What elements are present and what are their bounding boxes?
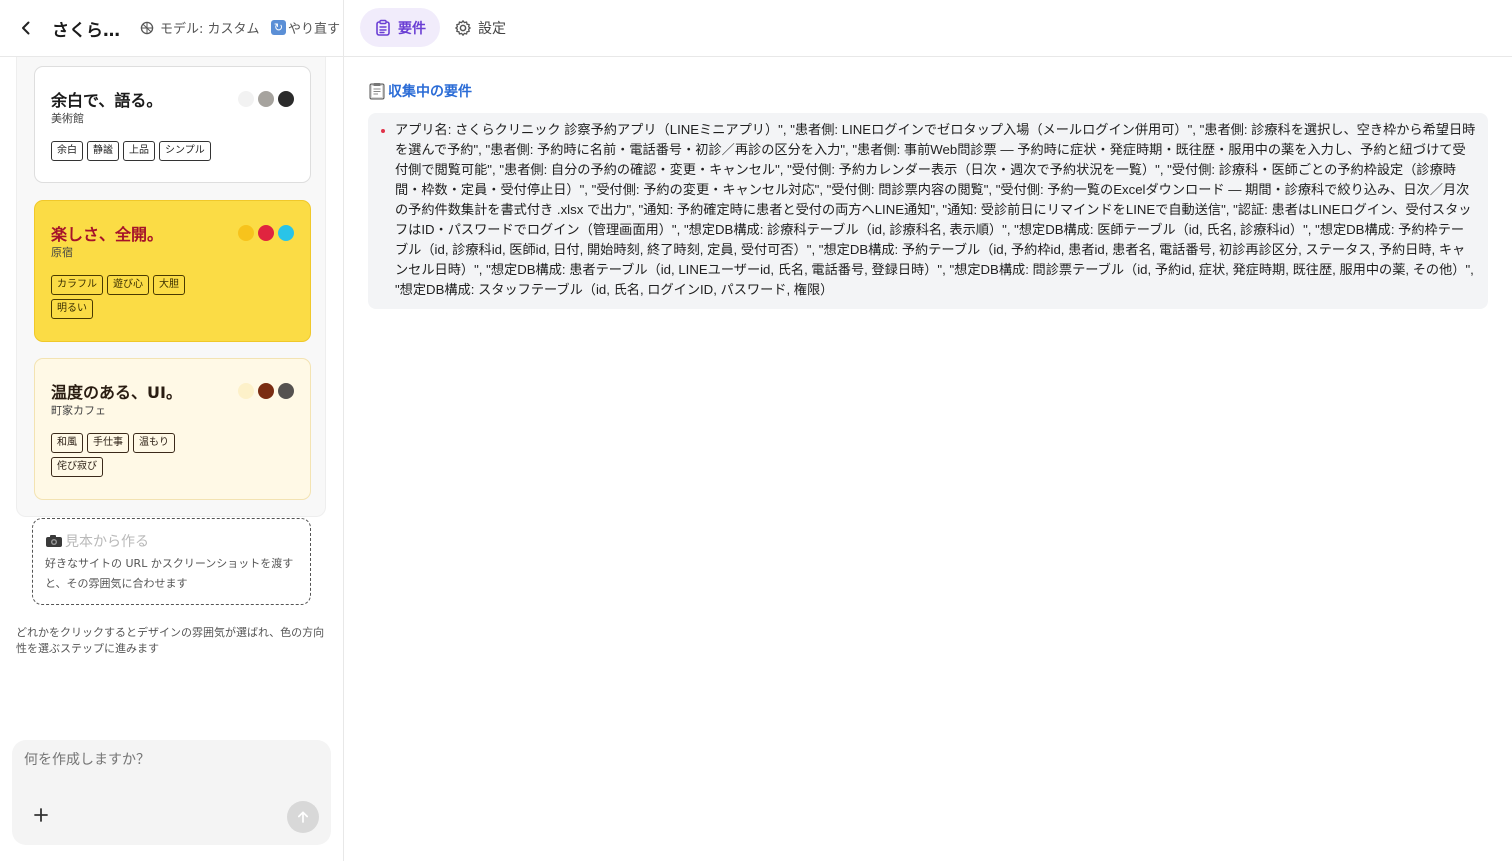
style-card-title: 楽しさ、全開。: [51, 225, 164, 244]
style-tag: 侘び寂び: [51, 457, 103, 477]
redo-button[interactable]: ↻ やり直す: [271, 18, 340, 37]
color-swatch: [278, 225, 294, 241]
add-attachment-button[interactable]: [31, 806, 51, 826]
style-tag: 余白: [51, 141, 83, 161]
color-swatch: [258, 91, 274, 107]
color-swatch: [278, 383, 294, 399]
model-selector-button[interactable]: モデル: カスタム: [140, 18, 260, 37]
color-swatches: [238, 225, 294, 241]
tab-settings[interactable]: 設定: [440, 8, 520, 47]
app-root: さくら… モデル: カスタム ↻ やり直す 要件 設定 余白で、語る。 美術館 …: [0, 0, 1512, 861]
top-bar: さくら… モデル: カスタム ↻ やり直す 要件 設定: [0, 0, 1512, 57]
style-card-museum[interactable]: 余白で、語る。 美術館 余白 静謐 上品 シンプル: [34, 66, 311, 183]
style-tag: 静謐: [87, 141, 119, 161]
style-tag: 温もり: [133, 433, 175, 453]
style-card-title: 温度のある、UI。: [51, 383, 182, 402]
requirements-list: アプリ名: さくらクリニック 診察予約アプリ（LINEミニアプリ）", "患者側…: [368, 113, 1488, 309]
model-icon: [140, 21, 154, 34]
style-tag: 和風: [51, 433, 83, 453]
color-swatch: [258, 225, 274, 241]
style-tag: 遊び心: [107, 275, 149, 295]
prompt-input[interactable]: [24, 752, 314, 768]
color-swatch: [238, 91, 254, 107]
sidebar: 余白で、語る。 美術館 余白 静謐 上品 シンプル 楽しさ、全開。 原宿 カラフ…: [0, 57, 343, 861]
redo-label: やり直す: [288, 22, 341, 37]
color-swatch: [238, 225, 254, 241]
requirements-heading: 収集中の要件: [368, 81, 472, 101]
sample-title-label: 見本から作る: [65, 534, 149, 550]
style-tag: シンプル: [159, 141, 211, 161]
style-card-subtitle: 原宿: [51, 246, 73, 259]
selection-hint: どれかをクリックするとデザインの雰囲気が選ばれ、色の方向性を選ぶステップに進みま…: [16, 626, 325, 655]
tab-requirements-label: 要件: [398, 20, 426, 37]
tag-list: 余白 静謐 上品 シンプル: [51, 141, 251, 161]
send-button[interactable]: [287, 801, 319, 833]
style-card-subtitle: 町家カフェ: [51, 404, 106, 417]
arrow-up-icon: [297, 811, 309, 823]
chat-composer: [12, 740, 331, 845]
color-swatch: [278, 91, 294, 107]
style-tag: カラフル: [51, 275, 103, 295]
color-swatch: [238, 383, 254, 399]
sample-description: 好きなサイトの URL かスクリーンショットを渡すと、その雰囲気に合わせます: [45, 557, 294, 590]
style-card-title: 余白で、語る。: [51, 91, 163, 110]
style-tag: 明るい: [51, 299, 93, 319]
tag-list: カラフル 遊び心 大胆 明るい: [51, 275, 211, 319]
gear-icon: [455, 19, 471, 36]
color-swatch: [258, 383, 274, 399]
requirements-view: 収集中の要件 アプリ名: さくらクリニック 診察予約アプリ（LINEミニアプリ）…: [344, 57, 1512, 861]
style-tag: 大胆: [153, 275, 185, 295]
plus-icon: [34, 808, 48, 822]
color-swatches: [238, 383, 294, 399]
style-tag: 手仕事: [87, 433, 129, 453]
sample-title: 見本から作る: [45, 531, 149, 551]
back-button[interactable]: [16, 18, 36, 38]
tag-list: 和風 手仕事 温もり 侘び寂び: [51, 433, 211, 477]
refresh-icon: ↻: [271, 20, 286, 35]
style-tag: 上品: [123, 141, 155, 161]
requirements-heading-label: 収集中の要件: [388, 84, 472, 100]
clipboard-icon: [376, 19, 390, 36]
tab-settings-label: 設定: [478, 20, 506, 37]
requirement-item: アプリ名: さくらクリニック 診察予約アプリ（LINEミニアプリ）", "患者側…: [395, 122, 1476, 297]
style-card-subtitle: 美術館: [51, 112, 84, 125]
sidebar-header: さくら… モデル: カスタム ↻ やり直す: [0, 0, 343, 56]
create-from-sample-button[interactable]: 見本から作る 好きなサイトの URL かスクリーンショットを渡すと、その雰囲気に…: [32, 518, 311, 605]
style-card-machiya-cafe[interactable]: 温度のある、UI。 町家カフェ 和風 手仕事 温もり 侘び寂び: [34, 358, 311, 500]
bullet: [381, 129, 385, 133]
style-card-harajuku[interactable]: 楽しさ、全開。 原宿 カラフル 遊び心 大胆 明るい: [34, 200, 311, 342]
clipboard-icon: [369, 83, 385, 100]
chevron-left-icon: [22, 21, 30, 35]
model-label: モデル: カスタム: [160, 22, 260, 37]
project-title: さくら…: [52, 21, 120, 41]
camera-icon: [46, 535, 62, 547]
color-swatches: [238, 91, 294, 107]
style-options-panel: 余白で、語る。 美術館 余白 静謐 上品 シンプル 楽しさ、全開。 原宿 カラフ…: [16, 57, 326, 517]
tab-requirements[interactable]: 要件: [360, 8, 440, 47]
